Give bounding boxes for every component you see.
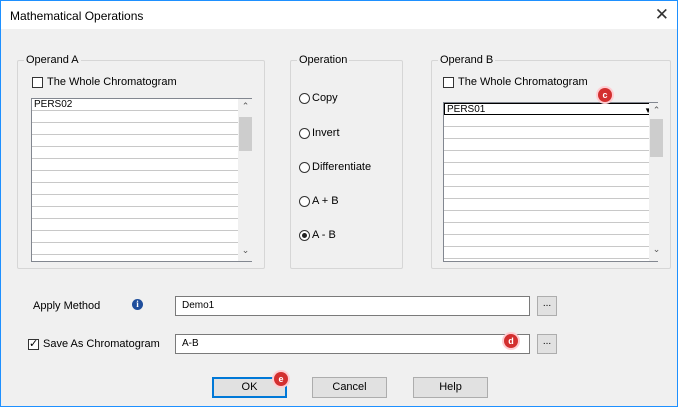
save-as-checkbox[interactable] xyxy=(28,337,39,350)
radio-copy[interactable] xyxy=(299,93,310,104)
operand-a-list[interactable]: PERS02 xyxy=(31,98,252,262)
help-button[interactable]: Help xyxy=(413,377,488,398)
apply-method-label: Apply Method xyxy=(33,300,101,312)
radio-a-plus-b-label: A + B xyxy=(312,195,339,207)
operand-b-group: Operand B The Whole Chromatogram PERS01 … xyxy=(431,54,671,269)
radio-invert[interactable] xyxy=(299,128,310,139)
operand-a-item[interactable] xyxy=(32,135,251,147)
operand-a-item[interactable] xyxy=(32,243,251,255)
operand-a-item[interactable] xyxy=(32,111,251,123)
scroll-up-icon[interactable]: ⌃ xyxy=(649,105,664,116)
operand-b-item[interactable] xyxy=(444,199,657,211)
operand-b-item[interactable] xyxy=(444,223,657,235)
operand-b-list[interactable]: PERS01 ▼ xyxy=(443,102,658,262)
operand-b-item[interactable] xyxy=(444,247,657,259)
radio-differentiate[interactable] xyxy=(299,162,310,173)
radio-differentiate-label: Differentiate xyxy=(312,161,372,173)
title-bar: Mathematical Operations ✕ xyxy=(1,1,677,29)
operand-a-item[interactable] xyxy=(32,171,251,183)
operation-legend: Operation xyxy=(297,54,350,66)
operand-a-item[interactable] xyxy=(32,219,251,231)
radio-a-minus-b-label: A - B xyxy=(312,229,336,241)
operand-b-scrollbar[interactable]: ⌃ ⌄ xyxy=(649,103,664,261)
radio-copy-label: Copy xyxy=(312,92,338,104)
apply-method-browse-button[interactable]: ... xyxy=(537,296,557,316)
scroll-up-icon[interactable]: ⌃ xyxy=(238,101,253,112)
callout-e-badge: e xyxy=(274,372,288,386)
dialog-window: Mathematical Operations ✕ Operand A The … xyxy=(0,0,678,407)
operand-b-item[interactable] xyxy=(444,151,657,163)
operand-a-item[interactable] xyxy=(32,255,251,261)
operand-a-whole-label: The Whole Chromatogram xyxy=(47,76,177,88)
dialog-title: Mathematical Operations xyxy=(10,9,144,23)
save-as-label: Save As Chromatogram xyxy=(43,338,160,350)
operand-b-combo[interactable]: PERS01 ▼ xyxy=(444,103,655,115)
operand-a-item[interactable] xyxy=(32,123,251,135)
operand-b-item[interactable] xyxy=(444,127,657,139)
scrollbar-thumb[interactable] xyxy=(650,119,663,157)
operand-a-whole-checkbox[interactable] xyxy=(32,77,43,88)
operand-b-whole-checkbox[interactable] xyxy=(443,77,454,88)
scrollbar-thumb[interactable] xyxy=(239,117,252,151)
operand-b-whole-label: The Whole Chromatogram xyxy=(458,76,588,88)
callout-d-badge: d xyxy=(504,334,518,348)
operand-a-item[interactable] xyxy=(32,231,251,243)
operand-a-item[interactable]: PERS02 xyxy=(32,99,251,111)
operand-b-item[interactable] xyxy=(444,139,657,151)
radio-a-plus-b[interactable] xyxy=(299,196,310,207)
close-icon[interactable]: ✕ xyxy=(655,5,669,25)
scroll-down-icon[interactable]: ⌄ xyxy=(649,244,664,255)
operand-b-combo-value: PERS01 xyxy=(447,104,486,115)
callout-c-badge: c xyxy=(598,88,612,102)
operand-b-item[interactable] xyxy=(444,115,657,127)
radio-a-minus-b[interactable] xyxy=(299,230,310,241)
operand-b-item[interactable] xyxy=(444,163,657,175)
operand-a-item[interactable] xyxy=(32,183,251,195)
operation-group: Operation Copy Invert Differentiate A + … xyxy=(290,54,403,269)
operand-b-item[interactable] xyxy=(444,235,657,247)
radio-invert-label: Invert xyxy=(312,127,340,139)
save-as-field[interactable]: A-B xyxy=(175,334,530,354)
apply-method-field[interactable]: Demo1 xyxy=(175,296,530,316)
operand-a-scrollbar[interactable]: ⌃ ⌄ xyxy=(238,99,253,261)
operand-a-item[interactable] xyxy=(32,207,251,219)
operand-a-legend: Operand A xyxy=(24,54,81,66)
operand-b-legend: Operand B xyxy=(438,54,496,66)
info-icon[interactable]: i xyxy=(132,299,143,310)
scroll-down-icon[interactable]: ⌄ xyxy=(238,245,253,256)
cancel-button[interactable]: Cancel xyxy=(312,377,387,398)
operand-a-item[interactable] xyxy=(32,159,251,171)
operand-b-item[interactable] xyxy=(444,211,657,223)
operand-a-group: Operand A The Whole Chromatogram PERS02 … xyxy=(17,54,265,269)
operand-b-item[interactable] xyxy=(444,187,657,199)
operand-b-item[interactable] xyxy=(444,175,657,187)
save-as-browse-button[interactable]: ... xyxy=(537,334,557,354)
operand-a-item[interactable] xyxy=(32,195,251,207)
operand-a-item[interactable] xyxy=(32,147,251,159)
